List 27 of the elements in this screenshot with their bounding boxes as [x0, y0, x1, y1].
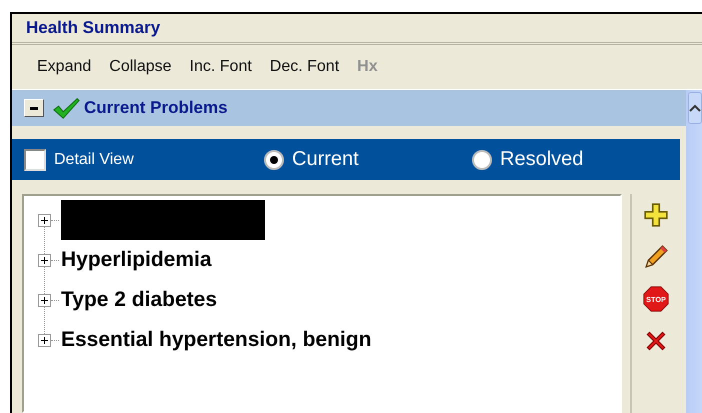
radio-button[interactable] [472, 150, 492, 170]
checkmark-icon [52, 96, 80, 120]
scrollbar[interactable] [686, 90, 702, 413]
toolbar-button[interactable]: Collapse [104, 56, 177, 78]
collapse-button[interactable] [24, 99, 44, 117]
problem-item[interactable]: Type 2 diabetes [61, 288, 218, 312]
expand-icon[interactable] [38, 254, 51, 266]
add-icon[interactable] [643, 202, 669, 228]
radio-label: Resolved [500, 148, 584, 171]
stop-sign-icon[interactable]: STOP [643, 286, 669, 312]
toolbar-button[interactable]: Inc. Font [184, 56, 257, 78]
checkbox-label: Detail View [54, 150, 134, 168]
radio-label: Current [292, 148, 359, 171]
pencil-icon[interactable] [643, 244, 669, 270]
problem-item[interactable]: Hyperlipidemia [61, 248, 212, 272]
scroll-up-button[interactable] [688, 92, 702, 124]
toolbar-button[interactable]: Expand [32, 56, 96, 78]
expand-icon[interactable] [38, 334, 51, 346]
toolbar-button[interactable]: Dec. Font [264, 56, 344, 78]
panel-title: Health Summary [26, 18, 160, 38]
detail-view-checkbox[interactable] [24, 148, 46, 170]
section-title: Current Problems [84, 98, 228, 118]
radio-button[interactable] [264, 150, 284, 170]
expand-icon[interactable] [38, 214, 51, 226]
expand-icon[interactable] [38, 294, 51, 306]
caret-icon [689, 104, 701, 112]
problem-item[interactable]: Essential hypertension, benign [61, 328, 372, 352]
